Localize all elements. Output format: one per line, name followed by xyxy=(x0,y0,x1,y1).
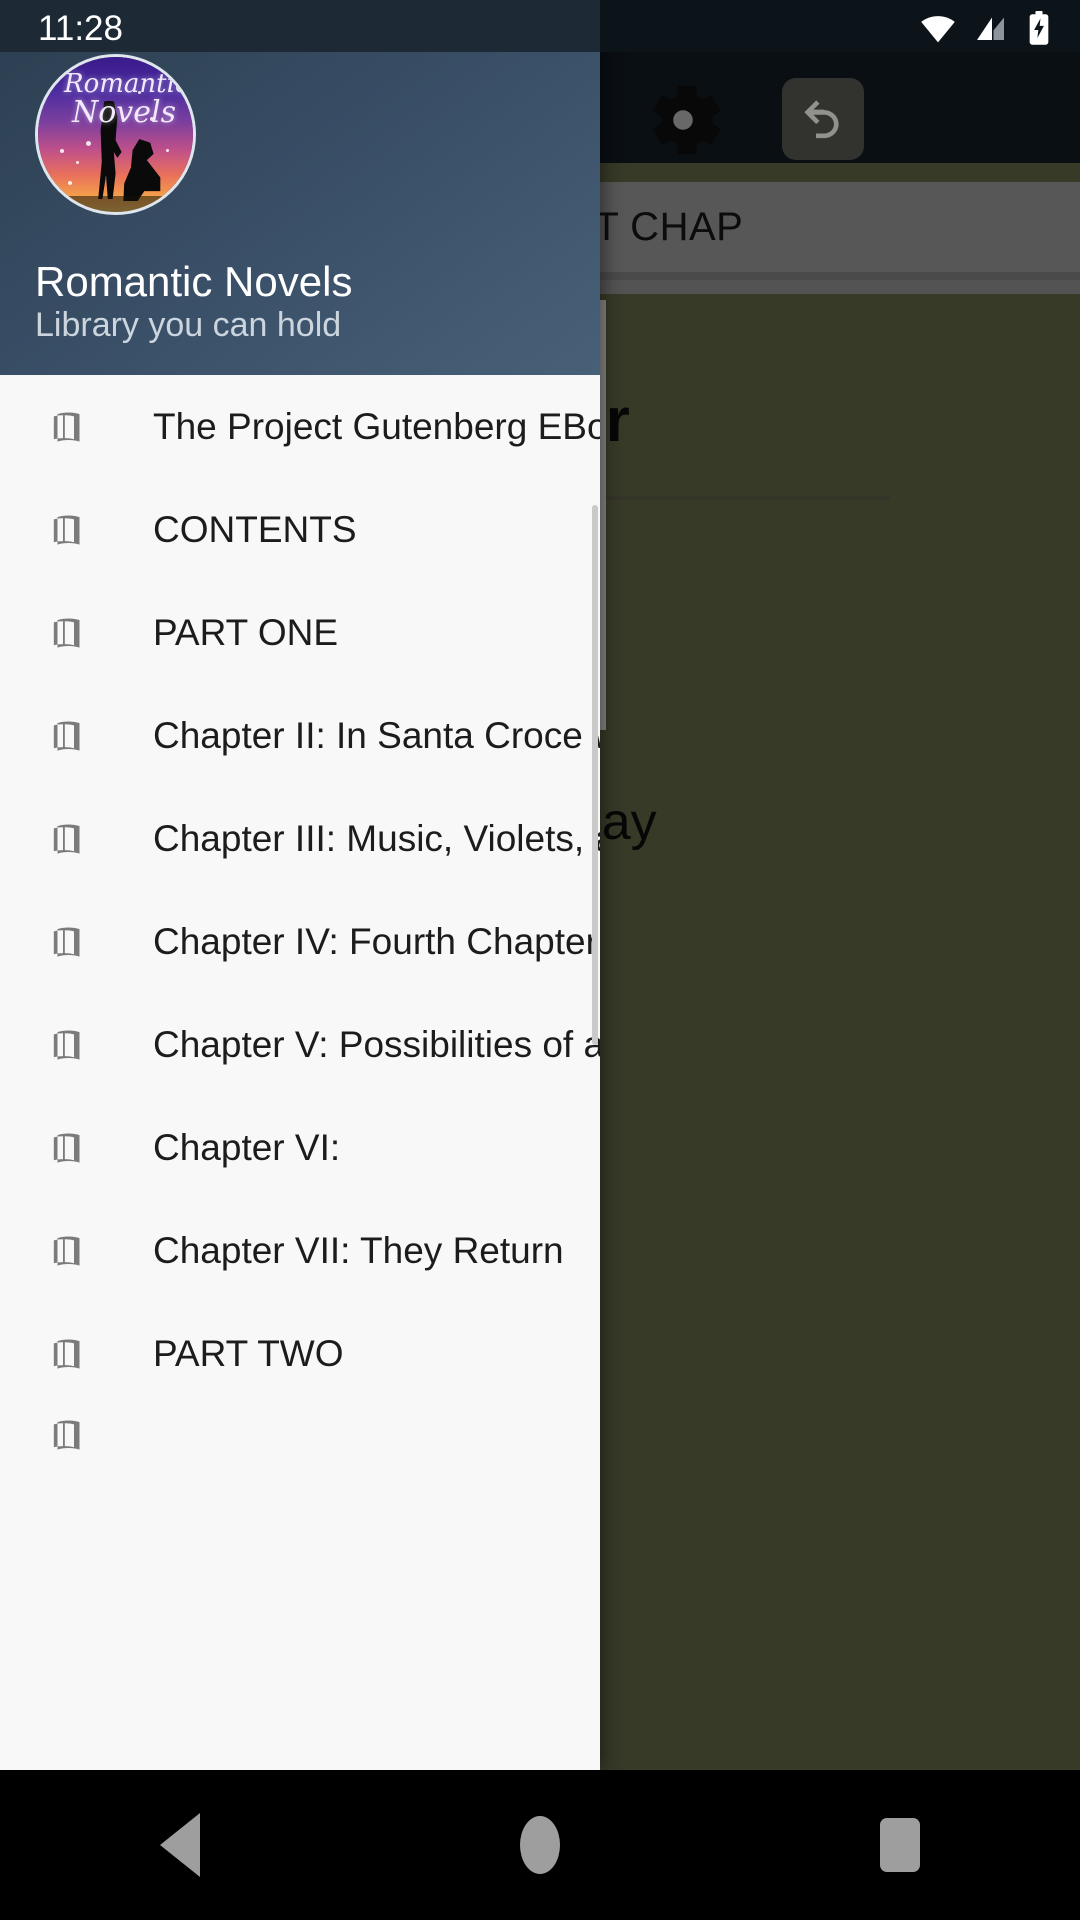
drawer-item-label: Chapter V: Possibilities of a xyxy=(153,1023,600,1065)
drawer-item-2[interactable]: PART ONE xyxy=(0,581,600,684)
book-icon xyxy=(53,721,80,751)
romantic-novels-logo: Romantic Novels xyxy=(35,54,196,215)
man-silhouette xyxy=(123,139,161,201)
system-navigation-bar xyxy=(0,1770,1080,1920)
drawer-item-label: PART TWO xyxy=(153,1332,344,1374)
drawer-item-1[interactable]: CONTENTS xyxy=(0,478,600,581)
navigation-drawer: Romantic Novels Romantic Novels Library … xyxy=(0,0,600,1770)
wifi-icon xyxy=(921,16,955,43)
drawer-item-label: Chapter II: In Santa Croce with xyxy=(153,714,600,756)
drawer-item-list[interactable]: The Project Gutenberg EBook CONTENTS PAR… xyxy=(0,375,600,1770)
drawer-item-0[interactable]: The Project Gutenberg EBook xyxy=(0,375,600,478)
book-icon xyxy=(53,927,80,957)
drawer-item-9[interactable]: PART TWO xyxy=(0,1302,600,1405)
drawer-item-label: The Project Gutenberg EBook xyxy=(153,405,600,447)
drawer-item-5[interactable]: Chapter IV: Fourth Chapter xyxy=(0,890,600,993)
drawer-item-4[interactable]: Chapter III: Music, Violets, and xyxy=(0,787,600,890)
drawer-subtitle: Library you can hold xyxy=(35,306,342,344)
book-icon xyxy=(53,618,80,648)
status-clock: 11:28 xyxy=(38,9,123,48)
status-bar: 11:28 xyxy=(0,0,1080,52)
drawer-header: Romantic Novels Romantic Novels Library … xyxy=(0,0,600,375)
book-icon xyxy=(53,515,80,545)
cellular-signal-icon xyxy=(977,17,1004,40)
drawer-scrim[interactable] xyxy=(600,0,1080,1770)
book-icon xyxy=(53,1236,80,1266)
drawer-item-label: CONTENTS xyxy=(153,508,357,550)
drawer-item-6[interactable]: Chapter V: Possibilities of a xyxy=(0,993,600,1096)
phone-screen: EXT CHAP ook of A M. Forster of A Room y… xyxy=(0,0,1080,1920)
drawer-item-3[interactable]: Chapter II: In Santa Croce with xyxy=(0,684,600,787)
book-icon xyxy=(53,824,80,854)
battery-charging-icon xyxy=(1029,10,1049,45)
drawer-item-label: Chapter IV: Fourth Chapter xyxy=(153,920,598,962)
drawer-item-7[interactable]: Chapter VI: xyxy=(0,1096,600,1199)
drawer-scrollbar[interactable] xyxy=(592,505,598,1045)
book-icon xyxy=(53,1339,80,1369)
book-icon xyxy=(53,1030,80,1060)
book-icon xyxy=(53,412,80,442)
nav-home-button[interactable] xyxy=(520,1816,560,1874)
drawer-item-label: Chapter VII: They Return xyxy=(153,1229,564,1271)
book-icon xyxy=(53,1420,80,1450)
nav-recents-button[interactable] xyxy=(880,1818,920,1872)
grass-silhouette xyxy=(38,196,193,212)
drawer-title: Romantic Novels xyxy=(35,258,353,305)
status-icons xyxy=(918,10,1052,46)
drawer-item-label: Chapter VI: xyxy=(153,1126,341,1168)
nav-back-button[interactable] xyxy=(160,1813,200,1877)
drawer-item-10[interactable] xyxy=(0,1405,600,1465)
drawer-item-8[interactable]: Chapter VII: They Return xyxy=(0,1199,600,1302)
drawer-item-label: Chapter III: Music, Violets, and xyxy=(153,817,600,859)
book-icon xyxy=(53,1133,80,1163)
drawer-item-label: PART ONE xyxy=(153,611,339,653)
logo-script-line2: Novels xyxy=(72,95,177,130)
